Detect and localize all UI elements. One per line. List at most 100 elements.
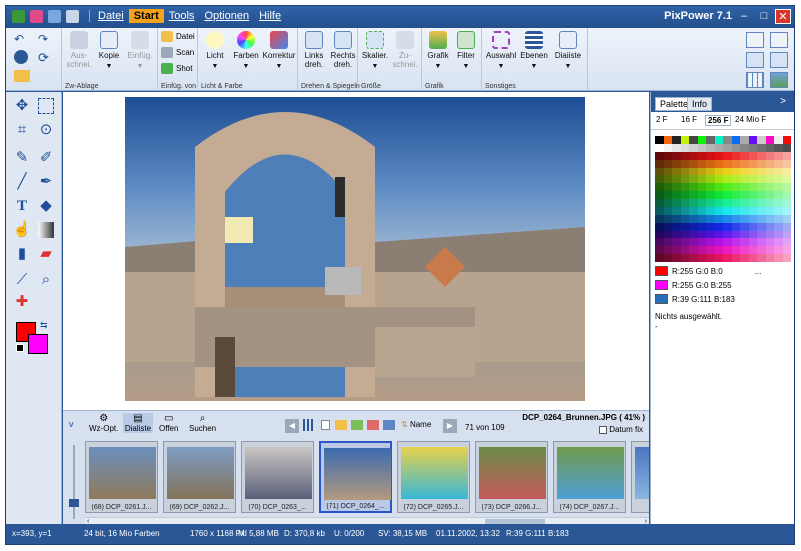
palette-cell[interactable] [672,143,681,152]
palette-cell[interactable] [697,191,706,199]
palette-cell[interactable] [782,254,791,262]
palette-cell[interactable] [672,230,681,239]
palette-cell[interactable] [655,199,664,207]
palette-cell[interactable] [782,136,791,144]
thumbnail-item[interactable] [631,441,649,513]
palette-cell[interactable] [757,159,766,168]
palette-cell[interactable] [655,238,664,247]
palette-cell[interactable] [748,214,757,223]
palette-cell[interactable] [740,199,749,207]
move-icon[interactable]: ✥ [12,96,32,116]
stamp-icon[interactable]: ◆ [36,196,56,216]
paste-button[interactable]: Einfüg. ▼ [126,31,154,71]
slideshow-list-button[interactable]: ▤ Dialiste [123,413,153,433]
slideshow-button[interactable]: Diaiiste ▼ [552,31,584,71]
palette-cell[interactable] [680,199,689,207]
colors-button[interactable]: Farben ▼ [231,31,261,71]
palette-cell[interactable] [697,175,706,184]
palette-cell[interactable] [774,159,783,168]
image-canvas[interactable] [63,92,649,410]
palette-cell[interactable] [748,222,757,231]
palette-cell[interactable] [706,191,715,199]
menu-hilfe[interactable]: Hilfe [254,9,286,23]
palette-cell[interactable] [774,191,783,199]
palette-cell[interactable] [706,183,715,192]
palette-cell[interactable] [731,206,740,215]
palette-cell[interactable] [782,183,791,192]
palette-cell[interactable] [689,222,698,231]
palette-cell[interactable] [765,167,774,176]
correction-button[interactable]: Korrektur ▼ [262,31,296,71]
palette-cell[interactable] [774,136,783,144]
palette-cell[interactable] [740,151,749,160]
search-button[interactable]: ⌕ Suchen [189,413,216,433]
palette-cell[interactable] [731,222,740,231]
thumbnail-item[interactable]: (74) DCP_0267.J... [553,441,626,513]
palette-cell[interactable] [714,246,723,255]
thumbnail-item[interactable]: (70) DCP_0263_... [241,441,314,513]
palette-cell[interactable] [731,238,740,247]
palette-cell[interactable] [740,254,749,262]
palette-cell[interactable] [672,175,681,184]
menu-datei[interactable]: Datei [93,9,129,23]
open-button[interactable]: ▭ Offen [159,413,178,433]
palette-cell[interactable] [774,143,783,152]
refresh-icon[interactable]: ⟳ [38,50,49,66]
palette-cell[interactable] [757,183,766,192]
palette-cell[interactable] [672,206,681,215]
palette-cell[interactable] [655,246,664,255]
palette-cell[interactable] [689,136,698,144]
palette-cell[interactable] [774,175,783,184]
palette-cell[interactable] [782,230,791,239]
palette-cell[interactable] [748,191,757,199]
palette-cell[interactable] [663,238,672,247]
palette-cell[interactable] [740,206,749,215]
minimize-button[interactable]: – [736,9,752,24]
palette-cell[interactable] [748,183,757,192]
palette-cell[interactable] [782,175,791,184]
palette-cell[interactable] [689,206,698,215]
palette-cell[interactable] [757,167,766,176]
panel-collapse-button[interactable]: > [780,96,786,107]
palette-cell[interactable] [655,206,664,215]
palette-cell[interactable] [774,183,783,192]
first-aid-icon[interactable]: ✚ [12,292,32,312]
palette-cell[interactable] [663,230,672,239]
pen-icon[interactable]: ✒ [36,172,56,192]
palette-cell[interactable] [706,230,715,239]
palette-cell[interactable] [663,175,672,184]
palette-cell[interactable] [757,214,766,223]
palette-cell[interactable] [723,136,732,144]
graphics-button[interactable]: Grafik ▼ [425,31,451,71]
palette-cell[interactable] [680,254,689,262]
palette-cell[interactable] [663,167,672,176]
palette-cell[interactable] [731,175,740,184]
palette-cell[interactable] [723,159,732,168]
palette-cell[interactable] [680,136,689,144]
more-button[interactable]: ... [755,267,762,276]
palette-cell[interactable] [782,206,791,215]
menu-start[interactable]: Start [128,9,164,23]
palette-cell[interactable] [655,191,664,199]
selection-button[interactable]: Auswahl ▼ [485,31,517,71]
palette-cell[interactable] [723,167,732,176]
previous-button[interactable]: ◀ [285,419,299,433]
palette-cell[interactable] [774,246,783,255]
palette-cell[interactable] [782,159,791,168]
page-icon[interactable] [321,420,330,430]
palette-cell[interactable] [765,143,774,152]
palette-cell[interactable] [672,199,681,207]
filter-button[interactable]: Filter ▼ [453,31,479,71]
palette-cell[interactable] [748,206,757,215]
palette-cell[interactable] [714,175,723,184]
palette-cell[interactable] [782,191,791,199]
palette-cell[interactable] [706,143,715,152]
thumbnail-item[interactable]: (73) DCP_0266.J... [475,441,548,513]
insert-scan-button[interactable]: Scan [161,47,194,58]
palette-cell[interactable] [680,230,689,239]
palette-cell[interactable] [731,191,740,199]
palette-cell[interactable] [774,167,783,176]
palette-cell[interactable] [663,136,672,144]
split-view-icon[interactable] [770,52,788,68]
rect-select-icon[interactable] [38,98,54,114]
